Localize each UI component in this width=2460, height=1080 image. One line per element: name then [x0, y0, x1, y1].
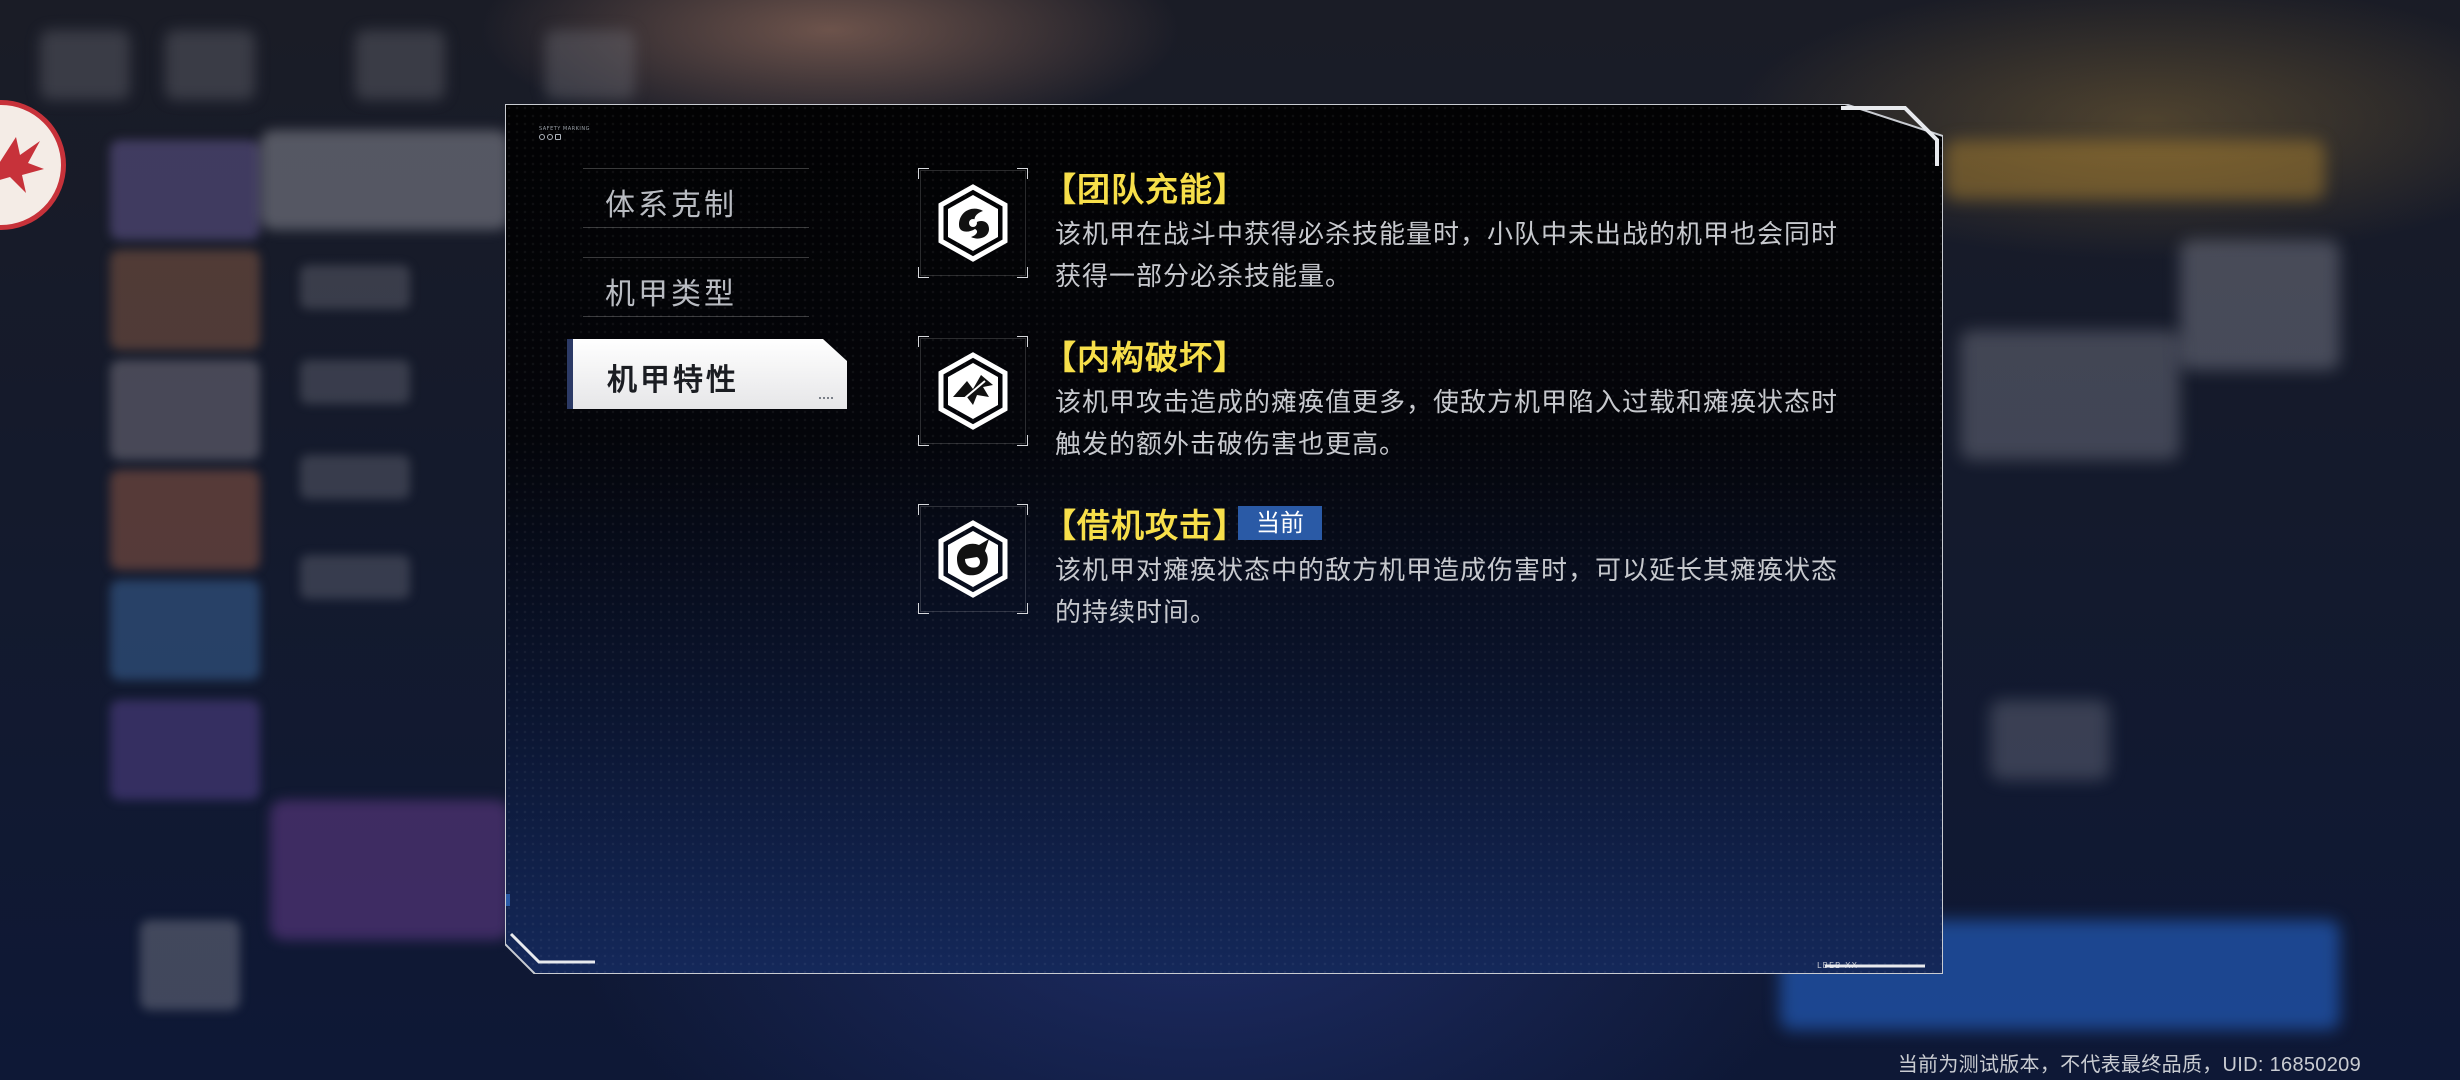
tab-mech-traits[interactable]: 机甲特性 [567, 339, 847, 409]
feature-title: 【借机攻击】 [1043, 506, 1247, 545]
team-charge-icon [938, 184, 1008, 262]
bg-mech-card [110, 700, 260, 800]
feature-title: 【内构破坏】 [1043, 338, 1247, 377]
bg-right-panel [1960, 330, 2180, 460]
tab-mech-type[interactable]: 机甲类型 [575, 257, 825, 317]
bg-close-icon [165, 30, 255, 100]
emblem-claw-icon [0, 137, 44, 193]
bg-right-panel [1990, 700, 2110, 780]
bg-list-row [300, 455, 410, 499]
bg-mech-card [110, 470, 260, 570]
opportunity-attack-icon [938, 520, 1008, 598]
tab-counter-system[interactable]: 体系克制 [575, 168, 825, 228]
mech-info-dialog: SAFETY MARKING 体系克制 机甲类型 机甲特性 【团队充能】 该机甲… [505, 104, 1943, 974]
bg-mech-card [110, 580, 260, 680]
feature-icon-box [918, 168, 1028, 278]
feature-description: 该机甲攻击造成的瘫痪值更多，使敌方机甲陷入过载和瘫痪状态时触发的额外击破伤害也更… [1055, 388, 1839, 460]
version-note: 当前为测试版本，不代表最终品质，UID: 16850209 [1897, 1054, 2361, 1076]
feature-icon-box [918, 504, 1028, 614]
bg-mech-card [110, 360, 260, 460]
game-screen: SAFETY MARKING 体系克制 机甲类型 机甲特性 【团队充能】 该机甲… [0, 0, 2460, 1080]
dialog-tag-icons [539, 134, 590, 140]
bg-settings-icon [355, 30, 445, 100]
bg-menu-icon-2 [545, 30, 635, 100]
bg-menu-icon [40, 30, 130, 100]
bg-preview-panel [270, 800, 510, 940]
dialog-tag: SAFETY MARKING [539, 126, 590, 140]
mech-emblem [0, 100, 66, 230]
tab-label: 机甲类型 [605, 277, 737, 312]
dialog-tag-text: SAFETY MARKING [539, 126, 590, 132]
tab-label: 体系克制 [605, 188, 737, 223]
internal-break-icon [938, 352, 1008, 430]
feature-description: 该机甲对瘫痪状态中的敌方机甲造成伤害时，可以延长其瘫痪状态的持续时间。 [1055, 556, 1839, 628]
bg-mech-card [140, 920, 240, 1010]
bg-list-row [300, 265, 410, 309]
dialog-corner-label: LBEB XX [1817, 961, 1858, 970]
bg-mech-card [110, 140, 260, 240]
current-badge: 当前 [1238, 506, 1322, 540]
feature-description: 该机甲在战斗中获得必杀技能量时，小队中未出战的机甲也会同时获得一部分必杀技能量。 [1055, 220, 1839, 292]
bg-right-panel [2180, 240, 2340, 370]
bg-mech-card [110, 250, 260, 350]
bg-list-row [300, 555, 410, 599]
bg-selected-row [260, 130, 510, 230]
tab-label: 机甲特性 [607, 363, 739, 398]
feature-title: 【团队充能】 [1043, 170, 1247, 209]
bg-list-row [300, 360, 410, 404]
feature-icon-box [918, 336, 1028, 446]
bg-right-banner [1945, 140, 2325, 200]
